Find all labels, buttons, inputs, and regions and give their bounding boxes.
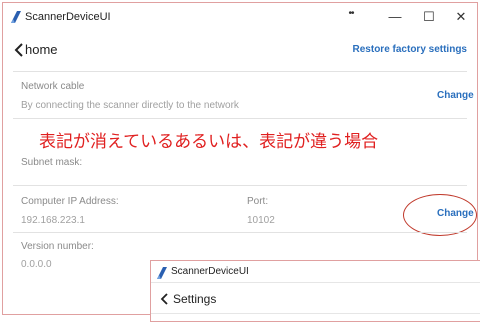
window-title: ScannerDeviceUI	[25, 11, 111, 23]
divider	[151, 313, 480, 314]
version-number-value: 0.0.0.0	[21, 259, 52, 270]
port-value: 10102	[247, 215, 275, 226]
port-label: Port:	[247, 196, 269, 207]
restore-factory-settings-link[interactable]: Restore factory settings	[353, 44, 467, 55]
overlay-window-title: ScannerDeviceUI	[171, 266, 249, 277]
highlight-ellipse	[403, 194, 477, 236]
divider	[13, 71, 467, 72]
annotation-text: 表記が消えているあるいは、表記が違う場合	[39, 132, 379, 152]
back-settings-link[interactable]: Settings	[173, 292, 216, 306]
network-cable-label: Network cable	[21, 81, 85, 92]
ip-address-value: 192.168.223.1	[21, 215, 85, 226]
version-number-label: Version number:	[21, 241, 94, 252]
title-bar: ScannerDeviceUI •• — ☐ ✕	[3, 3, 477, 31]
back-home-link[interactable]: home	[25, 42, 58, 57]
divider	[13, 185, 467, 186]
maximize-button[interactable]: ☐	[417, 8, 441, 26]
ip-address-label: Computer IP Address:	[21, 196, 119, 207]
network-description: By connecting the scanner directly to th…	[21, 100, 239, 111]
subnet-mask-label: Subnet mask:	[21, 157, 83, 168]
close-button[interactable]: ✕	[449, 8, 473, 26]
scanner-app-icon	[157, 267, 167, 279]
nav-bar: home Restore factory settings	[3, 31, 477, 71]
minimize-button[interactable]: —	[383, 8, 407, 26]
network-change-button[interactable]: Change	[437, 90, 474, 101]
scanner-app-icon	[11, 11, 21, 23]
settings-window-overlay: ScannerDeviceUI Settings	[150, 260, 480, 322]
divider	[13, 232, 467, 233]
dots-icon[interactable]: ••	[339, 5, 363, 23]
divider	[13, 118, 467, 119]
chevron-left-icon[interactable]	[159, 292, 171, 306]
divider	[151, 282, 480, 283]
